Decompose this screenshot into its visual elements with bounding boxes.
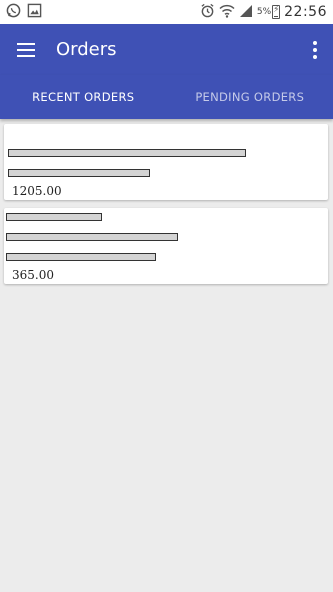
order-card[interactable]: 365.00 xyxy=(4,208,328,284)
page-title: Orders xyxy=(56,39,117,60)
whatsapp-icon xyxy=(6,3,21,22)
redacted-text xyxy=(8,149,246,157)
status-bar-system: 5% ⚡ 22:56 xyxy=(200,3,327,22)
tab-bar: RECENT ORDERS PENDING ORDERS xyxy=(0,75,333,119)
status-bar: 5% ⚡ 22:56 xyxy=(0,0,333,24)
order-amount: 365.00 xyxy=(12,268,54,282)
redacted-text xyxy=(8,169,150,177)
tab-pending-orders[interactable]: PENDING ORDERS xyxy=(167,75,333,119)
hamburger-menu-icon xyxy=(17,42,35,57)
clock: 22:56 xyxy=(284,4,327,20)
redacted-text xyxy=(6,253,156,261)
redacted-text xyxy=(6,213,102,221)
redacted-text xyxy=(6,233,178,241)
order-card[interactable]: 1205.00 xyxy=(4,124,328,200)
order-amount: 1205.00 xyxy=(12,184,62,198)
battery-percent: 5% xyxy=(256,7,272,17)
overflow-menu-button[interactable] xyxy=(297,24,333,75)
alarm-icon xyxy=(200,3,215,22)
status-bar-notifications xyxy=(6,3,48,22)
tab-recent-orders[interactable]: RECENT ORDERS xyxy=(0,75,167,119)
hamburger-menu-button[interactable] xyxy=(0,24,52,75)
app-bar: Orders xyxy=(0,24,333,75)
image-icon xyxy=(27,3,42,22)
wifi-icon xyxy=(219,3,235,22)
signal-icon xyxy=(239,3,253,22)
more-vert-icon xyxy=(313,40,317,59)
battery-icon: ⚡ xyxy=(272,5,281,19)
